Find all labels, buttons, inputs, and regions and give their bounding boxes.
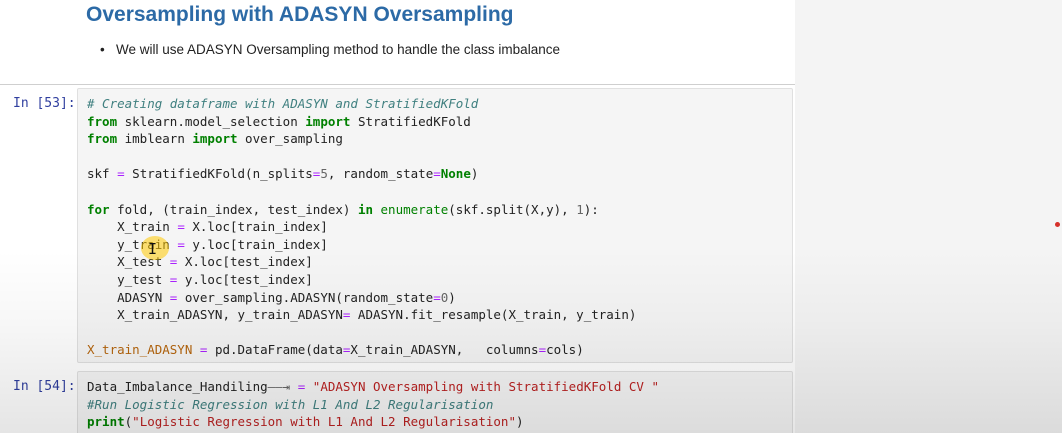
code-token: ADASYN.fit_resample(X_train, y_train): [350, 307, 637, 323]
markdown-heading: Oversampling with ADASYN Oversampling: [86, 3, 514, 26]
code-line: ADASYN = over_sampling.ADASYN(random_sta…: [87, 289, 636, 307]
code-token: in: [357, 201, 373, 217]
bullet-dot: •: [100, 42, 105, 57]
code-token: y.loc[train_index]: [184, 236, 328, 252]
markdown-bullet-list: • We will use ADASYN Oversampling method …: [100, 42, 560, 57]
code-token: skf: [87, 166, 118, 182]
notebook-page: Oversampling with ADASYN Oversampling • W…: [0, 0, 1062, 433]
code-token: X_train_ADASYN: [87, 342, 193, 358]
code-line: skf = StratifiedKFold(n_splits=5, random…: [87, 165, 636, 183]
code-line: X_train_ADASYN, y_train_ADASYN= ADASYN.f…: [87, 306, 636, 324]
code-cell-53[interactable]: # Creating dataframe with ADASYN and Str…: [77, 88, 793, 363]
code-token: =: [538, 342, 547, 358]
code-token: StratifiedKFold(n_splits: [124, 166, 313, 182]
code-line: print("Logistic Regression with L1 And L…: [87, 413, 659, 431]
code-line: y_test = y.loc[test_index]: [87, 271, 636, 289]
code-token: =: [177, 219, 185, 235]
code-token: from: [87, 113, 118, 129]
code-token: , random_state: [327, 166, 434, 182]
code-token: =: [117, 166, 125, 182]
code-token: sklearn.model_selection: [117, 113, 306, 129]
notebook-area: Oversampling with ADASYN Oversampling • W…: [0, 0, 795, 433]
code-cell-54[interactable]: Data_Imbalance_Handiling——⇥ = "ADASYN Ov…: [77, 371, 793, 433]
code-token: over_sampling: [237, 131, 343, 147]
code-token: StratifiedKFold: [350, 113, 471, 129]
right-margin-panel: [795, 0, 1062, 433]
code-token: cols): [546, 342, 584, 358]
code-token: X_train_ADASYN, columns: [350, 342, 539, 358]
code-token: (skf.split(X,y),: [448, 201, 577, 217]
code-line: X_train_ADASYN = pd.DataFrame(data=X_tra…: [87, 341, 636, 359]
code-cell-54-editor[interactable]: Data_Imbalance_Handiling——⇥ = "ADASYN Ov…: [87, 378, 659, 433]
code-token: ):: [583, 201, 599, 217]
code-token: 5: [320, 166, 328, 182]
code-token: y.loc[test_index]: [177, 271, 313, 287]
markdown-bullet-item: • We will use ADASYN Oversampling method …: [100, 42, 560, 57]
code-token: ): [448, 289, 456, 305]
code-token: X.loc[test_index]: [177, 254, 313, 270]
code-token: imblearn: [117, 131, 193, 147]
code-cell-53-editor[interactable]: # Creating dataframe with ADASYN and Str…: [87, 95, 636, 359]
code-token: Data_Imbalance_Handiling: [87, 379, 268, 394]
code-token: 1: [576, 201, 584, 217]
code-token: pd.DataFrame(data: [207, 342, 343, 358]
red-dot-marker: [1055, 222, 1060, 227]
code-line: Data_Imbalance_Handiling——⇥ = "ADASYN Ov…: [87, 378, 659, 396]
code-token: #Run Logistic Regression with L1 And L2 …: [87, 396, 494, 412]
code-token: X_train: [87, 219, 178, 235]
code-token: X.loc[train_index]: [184, 219, 328, 235]
text-cursor-icon: I: [148, 240, 158, 258]
code-token: =: [177, 236, 185, 252]
code-token: ): [515, 414, 524, 430]
code-line: y_train = y.loc[train_index]: [87, 236, 636, 254]
code-token: fold, (train_index, test_index): [109, 201, 358, 217]
code-line: X_test = X.loc[test_index]: [87, 253, 636, 271]
code-line: for fold, (train_index, test_index) in e…: [87, 201, 636, 219]
code-token: =: [433, 166, 441, 182]
code-line: from imblearn import over_sampling: [87, 130, 636, 148]
code-token: =: [433, 289, 441, 305]
markdown-bullet-text: We will use ADASYN Oversampling method t…: [116, 42, 560, 57]
code-token: import: [192, 131, 238, 147]
code-token: over_sampling.ADASYN(random_state: [177, 289, 434, 305]
code-token: X_train_ADASYN, y_train_ADASYN: [87, 307, 343, 323]
cell-53-prompt: In [53]:: [13, 96, 76, 111]
code-token: y_test: [87, 271, 170, 287]
code-token: print: [87, 414, 125, 430]
code-token: for: [87, 201, 110, 217]
code-line: #Run Logistic Regression with L1 And L2 …: [87, 396, 659, 414]
cell-divider: [0, 84, 795, 85]
code-line: # Creating dataframe with ADASYN and Str…: [87, 95, 636, 113]
code-token: enumerate: [380, 201, 449, 217]
code-line: X_train = X.loc[train_index]: [87, 218, 636, 236]
code-token: ): [470, 166, 479, 182]
cell-54-prompt: In [54]:: [13, 379, 76, 394]
code-line: from sklearn.model_selection import Stra…: [87, 113, 636, 131]
code-token: ADASYN: [87, 289, 170, 305]
code-token: import: [305, 113, 351, 129]
code-token: "ADASYN Oversampling with StratifiedKFol…: [312, 379, 659, 394]
code-token: ——⇥: [267, 379, 291, 394]
code-token: None: [440, 166, 471, 182]
code-token: # Creating dataframe with ADASYN and Str…: [87, 96, 479, 111]
code-token: from: [87, 131, 118, 147]
code-token: "Logistic Regression with L1 And L2 Regu…: [132, 414, 516, 430]
